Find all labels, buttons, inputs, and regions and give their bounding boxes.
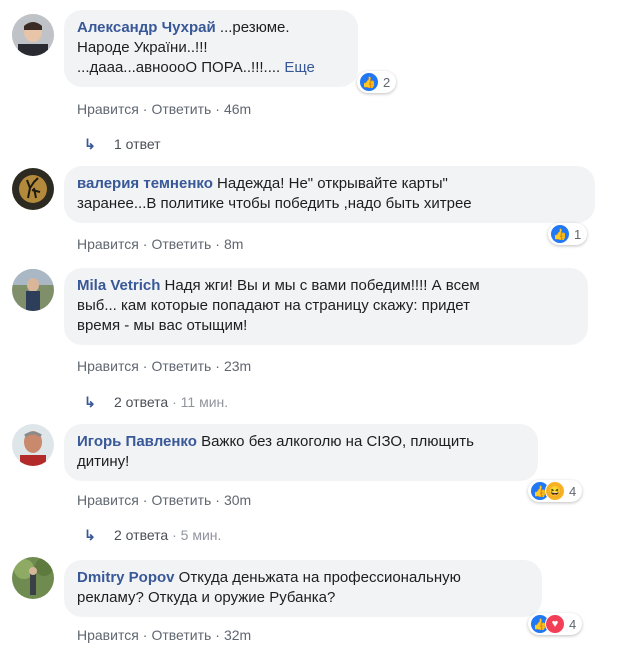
like-icon: 👍 [550, 224, 570, 244]
see-more-link[interactable]: Еще [284, 59, 315, 76]
replies-time: · 11 мин. [168, 394, 229, 410]
avatar[interactable] [12, 557, 54, 599]
reply-link[interactable]: Ответить [151, 101, 211, 117]
reply-link[interactable]: Ответить [151, 236, 211, 252]
comment-text-line: время - мы вас отыщим! [77, 317, 248, 334]
reply-arrow-icon: ↳ [84, 136, 96, 152]
reply-link[interactable]: Ответить [151, 492, 211, 508]
reply-link[interactable]: Ответить [151, 358, 211, 374]
haha-icon: 😆 [545, 481, 565, 501]
comment-author[interactable]: Mila Vetrich [77, 277, 160, 294]
replies-toggle[interactable]: ↳ 2 ответа · 5 мин. [84, 527, 221, 544]
comment-time[interactable]: 32m [224, 627, 251, 643]
avatar-photo-icon [12, 14, 54, 56]
like-link[interactable]: Нравится [77, 627, 139, 643]
like-icon: 👍 [359, 72, 379, 92]
reaction-count: 4 [569, 616, 577, 632]
comment-actions: Нравится · Ответить · 23m [77, 358, 252, 374]
comment-actions: Нравится · Ответить · 32m [77, 627, 252, 643]
comment-bubble: Александр Чухрай ...резюме. Народе Украї… [64, 10, 358, 87]
replies-count[interactable]: 2 ответа [114, 394, 168, 410]
avatar[interactable] [12, 14, 54, 56]
reply-arrow-icon: ↳ [84, 394, 96, 410]
comment-bubble: валерия темненко Надежда! Не" открывайте… [64, 166, 595, 223]
like-link[interactable]: Нравится [77, 492, 139, 508]
comment-text-line: Надежда! Не" открывайте карты" [212, 175, 448, 192]
comment-actions: Нравится · Ответить · 46m [77, 101, 252, 117]
replies-count[interactable]: 2 ответа [114, 527, 168, 543]
avatar[interactable] [12, 168, 54, 210]
avatar-photo-icon [12, 557, 54, 599]
comment-text-line: выб... кам которые попадают на страницу … [77, 297, 470, 314]
avatar-photo-icon [12, 269, 54, 311]
comment-author[interactable]: Dmitry Popov [77, 569, 175, 586]
reaction-count: 2 [383, 74, 391, 90]
comment-text-line: рекламу? Откуда и оружие Рубанка? [77, 589, 336, 606]
replies-count[interactable]: 1 ответ [114, 136, 161, 152]
comment-time[interactable]: 46m [224, 101, 251, 117]
love-icon: ♥ [545, 614, 565, 634]
reactions-badge[interactable]: 👍 😆 4 [528, 480, 583, 502]
comment-text-line: ...резюме. [215, 19, 290, 36]
comment-actions: Нравится · Ответить · 8m [77, 236, 244, 252]
comment-bubble: Mila Vetrich Надя жги! Вы и мы с вами по… [64, 268, 588, 345]
comment-time[interactable]: 30m [224, 492, 251, 508]
reply-link[interactable]: Ответить [151, 627, 211, 643]
comment-bubble: Dmitry Popov Откуда деньжата на професси… [64, 560, 542, 617]
comment-author[interactable]: Александр Чухрай [77, 19, 216, 36]
comment-actions: Нравится · Ответить · 30m [77, 492, 252, 508]
replies-toggle[interactable]: ↳ 2 ответа · 11 мин. [84, 394, 228, 411]
comment-text-line: Народе України..!!! [77, 39, 208, 56]
reaction-count: 4 [569, 483, 577, 499]
comment-time[interactable]: 23m [224, 358, 251, 374]
reply-arrow-icon: ↳ [84, 527, 96, 543]
avatar[interactable] [12, 269, 54, 311]
comment-text-line: Откуда деньжата на профессиональную [174, 569, 461, 586]
comment-text-line: дитину! [77, 453, 130, 470]
comment-text-line: ...дааа...авноооО ПОРА..!!!.... [77, 59, 285, 76]
replies-toggle[interactable]: ↳ 1 ответ [84, 136, 161, 153]
reactions-badge[interactable]: 👍 ♥ 4 [528, 613, 583, 635]
comment-text-line: заранее...В политике чтобы победить ,над… [77, 195, 472, 212]
like-link[interactable]: Нравится [77, 101, 139, 117]
comment-text-line: Надя жги! Вы и мы с вами победим!!!! А в… [160, 277, 480, 294]
like-link[interactable]: Нравится [77, 236, 139, 252]
reactions-badge[interactable]: 👍 2 [357, 71, 397, 93]
replies-time: · 5 мин. [168, 527, 222, 543]
avatar-deer-icon [12, 168, 54, 210]
comment-time[interactable]: 8m [224, 236, 243, 252]
comment-text-line: Важко без алкоголю на СІЗО, плющить [196, 433, 474, 450]
avatar-photo-icon [12, 424, 54, 466]
comment-bubble: Игорь Павленко Важко без алкоголю на СІЗ… [64, 424, 538, 481]
reaction-count: 1 [574, 226, 582, 242]
reactions-badge[interactable]: 👍 1 [548, 223, 588, 245]
avatar[interactable] [12, 424, 54, 466]
comment-author[interactable]: Игорь Павленко [77, 433, 197, 450]
comment-author[interactable]: валерия темненко [77, 175, 213, 192]
like-link[interactable]: Нравится [77, 358, 139, 374]
